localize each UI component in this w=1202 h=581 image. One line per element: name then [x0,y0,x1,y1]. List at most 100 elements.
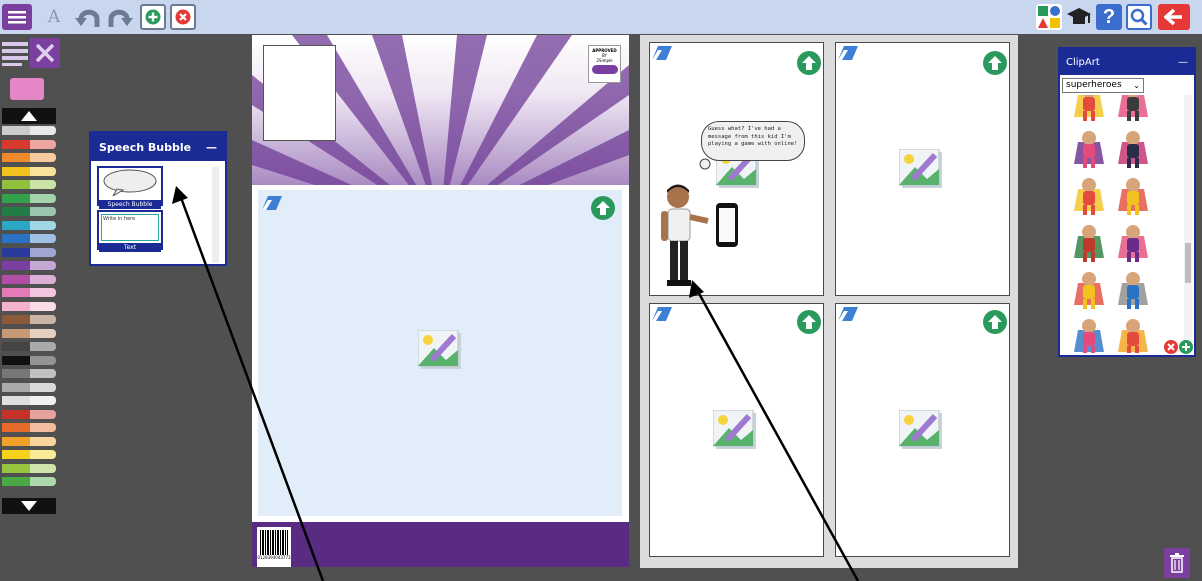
clipart-superhero[interactable] [1116,222,1150,264]
clipart-remove-button[interactable] [1164,340,1178,354]
clipart-superhero[interactable] [1072,95,1106,123]
badge-line-3: 2Simple [596,58,613,63]
share-icon [1038,6,1060,28]
pen-swatch[interactable] [2,423,56,432]
speech-bubble-panel-title: Speech Bubble [99,140,192,154]
undo-button[interactable] [72,4,102,30]
menu-button[interactable] [2,4,32,30]
share-button[interactable] [1036,4,1062,30]
speech-bubble-panel-minimize-button[interactable]: — [206,141,217,154]
pen-swatch[interactable] [2,193,56,203]
pen-swatch[interactable] [2,436,56,446]
pen-swatch[interactable] [2,450,56,459]
pen-swatch[interactable] [2,315,56,324]
tools-button[interactable] [30,38,60,68]
upload-button[interactable] [983,51,1007,75]
search-button[interactable] [1126,4,1152,30]
comic-panel-2[interactable] [835,42,1010,296]
pen-swatch[interactable] [2,301,56,311]
pen-swatch[interactable] [2,220,56,230]
eraser-icon[interactable] [652,46,672,60]
delete-page-button[interactable] [170,4,196,30]
pen-swatch[interactable] [2,166,56,176]
pen-swatch[interactable] [2,342,56,351]
speech-bubble-panel-scrollbar[interactable] [212,167,219,263]
pen-swatch[interactable] [2,234,56,243]
clipart-scrollbar-thumb[interactable] [1185,243,1191,283]
text-box-option[interactable]: Write in here Text [97,210,163,252]
clipart-panel: ClipArt — superheroes ⌄ [1058,47,1196,357]
clipart-superhero[interactable] [1116,175,1150,217]
upload-button[interactable] [591,196,615,220]
pen-swatch[interactable] [2,463,56,473]
teacher-button[interactable] [1066,4,1092,30]
pen-swatch[interactable] [2,477,56,486]
pen-swatch[interactable] [2,180,56,189]
text-tool-button[interactable]: A [44,4,64,30]
pen-swatch[interactable] [2,328,56,338]
trash-button[interactable] [1164,548,1190,578]
boy-character[interactable] [658,181,748,291]
comic-panel-4[interactable] [835,303,1010,557]
pen-swatch[interactable] [2,261,56,270]
add-page-button[interactable] [140,4,166,30]
pen-swatch[interactable] [2,409,56,419]
comic-panel-1[interactable]: Guess what? I've had a message from this… [649,42,824,296]
2simple-logo [591,65,618,74]
search-icon [1130,8,1148,26]
upload-button[interactable] [797,51,821,75]
help-button[interactable]: ? [1096,4,1122,30]
clipart-superhero[interactable] [1116,128,1150,170]
clipart-superhero[interactable] [1116,316,1150,353]
eraser-icon[interactable] [838,307,858,321]
image-placeholder-icon [713,410,756,449]
speech-bubble[interactable]: Guess what? I've had a message from this… [701,121,805,161]
clipart-panel-minimize-button[interactable]: — [1178,57,1188,68]
pen-swatch[interactable] [2,274,56,284]
cover-page: APPROVED BY 2Simple 0128394043773 [252,35,629,567]
pen-swatch[interactable] [2,382,56,392]
cover-title-image-frame[interactable] [263,45,336,141]
clipart-superhero[interactable] [1116,95,1150,123]
pen-swatch[interactable] [2,126,56,135]
pen-swatch[interactable] [2,247,56,257]
pen-swatch[interactable] [2,355,56,365]
eraser-icon[interactable] [262,196,282,210]
clipart-superhero[interactable] [1072,175,1106,217]
cover-picture-frame[interactable] [258,190,622,516]
clipart-superhero[interactable] [1072,269,1106,311]
pen-swatch[interactable] [2,153,56,162]
upload-arrow-icon [802,56,816,70]
text-icon: A [47,7,61,27]
upload-button[interactable] [983,310,1007,334]
eraser-icon[interactable] [652,307,672,321]
redo-button[interactable] [106,4,136,30]
clipart-superhero[interactable] [1116,269,1150,311]
barcode-bars [260,530,288,555]
palette-scroll-down[interactable] [2,498,56,514]
clipart-superhero[interactable] [1072,128,1106,170]
image-placeholder-icon [899,410,942,449]
pen-swatch[interactable] [2,288,56,297]
clipart-category-select[interactable]: superheroes ⌄ [1062,78,1144,93]
pens-tool-button[interactable] [2,38,30,66]
speech-bubble-option[interactable]: Speech Bubble [97,166,163,209]
clipart-superhero[interactable] [1072,316,1106,353]
palette-scroll-up[interactable] [2,108,56,124]
pen-swatch[interactable] [2,139,56,149]
pen-swatch[interactable] [2,369,56,378]
upload-button[interactable] [797,310,821,334]
eraser-icon[interactable] [838,46,858,60]
clipart-add-button[interactable] [1179,340,1193,354]
comic-panel-3[interactable] [649,303,824,557]
top-toolbar: A ? [0,0,1202,34]
trash-icon [1170,553,1184,573]
comic-page: Guess what? I've had a message from this… [640,35,1018,568]
add-page-icon [145,9,161,25]
eraser-tool-button[interactable] [10,78,44,100]
clipart-superhero[interactable] [1072,222,1106,264]
pen-swatch[interactable] [2,207,56,216]
clipart-scrollbar[interactable] [1184,95,1192,347]
back-button[interactable] [1158,4,1190,30]
pen-swatch[interactable] [2,396,56,405]
